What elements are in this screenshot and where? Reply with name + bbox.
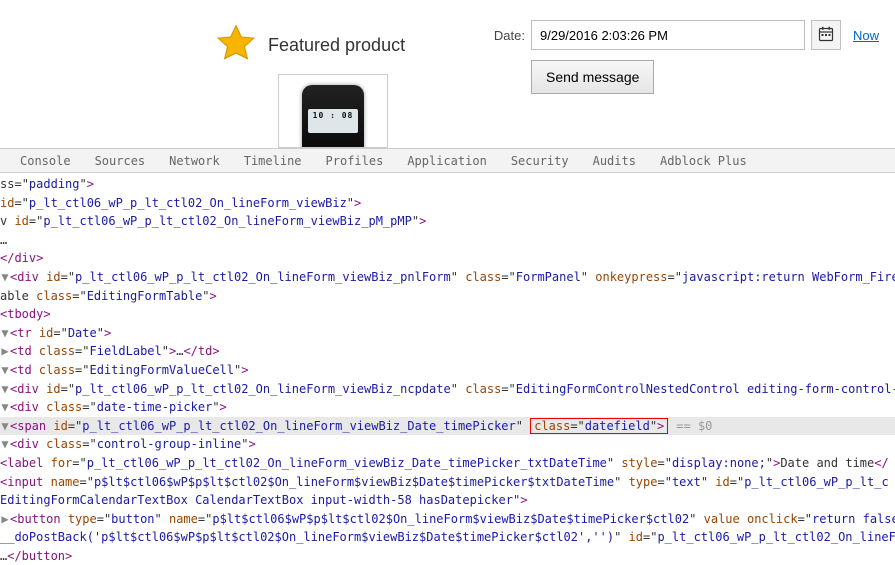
- dom-line[interactable]: EditingFormCalendarTextBox CalendarTextB…: [0, 491, 895, 510]
- phone-mockup: 10 : 08: [302, 85, 364, 148]
- product-image: 10 : 08: [278, 74, 388, 148]
- dom-line[interactable]: ▼<div id="p_lt_ctl06_wP_p_lt_ctl02_On_li…: [0, 380, 895, 399]
- calendar-icon: [818, 26, 834, 45]
- dom-line[interactable]: __doPostBack('p$lt$ctl06$wP$p$lt$ctl02$O…: [0, 528, 895, 547]
- disclosure-triangle-icon[interactable]: ▼: [0, 417, 10, 436]
- tab-console[interactable]: Console: [8, 149, 83, 172]
- dom-line[interactable]: ▼<tr id="Date">: [0, 324, 895, 343]
- dom-line[interactable]: <tbody>: [0, 305, 895, 324]
- dom-line-selected[interactable]: ▼<span id="p_lt_ctl06_wP_p_lt_ctl02_On_l…: [0, 417, 895, 436]
- featured-product-label: Featured product: [268, 35, 405, 56]
- devtools-panel: Console Sources Network Timeline Profile…: [0, 148, 895, 565]
- disclosure-triangle-icon[interactable]: ▶: [0, 510, 10, 529]
- disclosure-triangle-icon[interactable]: ▼: [0, 435, 10, 454]
- devtools-tabs: Console Sources Network Timeline Profile…: [0, 149, 895, 173]
- dom-line[interactable]: id="p_lt_ctl06_wP_p_lt_ctl02_On_lineForm…: [0, 194, 895, 213]
- tab-network[interactable]: Network: [157, 149, 232, 172]
- disclosure-triangle-icon[interactable]: ▼: [0, 324, 10, 343]
- date-label: Date:: [479, 28, 525, 43]
- tab-adblock[interactable]: Adblock Plus: [648, 149, 759, 172]
- phone-clock: 10 : 08: [302, 111, 364, 120]
- now-link[interactable]: Now: [853, 28, 879, 43]
- dom-line[interactable]: ss="padding">: [0, 175, 895, 194]
- tab-profiles[interactable]: Profiles: [314, 149, 396, 172]
- dom-line[interactable]: …</button>: [0, 547, 895, 565]
- dom-line[interactable]: ▼<div id="p_lt_ctl06_wP_p_lt_ctl02_On_li…: [0, 268, 895, 287]
- featured-product-block: Featured product: [214, 22, 405, 69]
- form-area: Date: Now Send message: [479, 20, 879, 94]
- dom-line[interactable]: ▶<button type="button" name="p$lt$ctl06$…: [0, 510, 895, 529]
- date-row: Date: Now: [479, 20, 879, 50]
- disclosure-triangle-icon[interactable]: ▶: [0, 342, 10, 361]
- dom-line[interactable]: …: [0, 231, 895, 250]
- star-icon: [214, 22, 258, 69]
- disclosure-triangle-icon[interactable]: ▼: [0, 398, 10, 417]
- tab-sources[interactable]: Sources: [83, 149, 158, 172]
- disclosure-triangle-icon[interactable]: ▼: [0, 361, 10, 380]
- highlighted-attribute: class="datefield">: [530, 418, 668, 434]
- tab-application[interactable]: Application: [395, 149, 498, 172]
- disclosure-triangle-icon[interactable]: ▼: [0, 380, 10, 399]
- dom-line[interactable]: ▼<td class="EditingFormValueCell">: [0, 361, 895, 380]
- tab-security[interactable]: Security: [499, 149, 581, 172]
- tab-timeline[interactable]: Timeline: [232, 149, 314, 172]
- calendar-button[interactable]: [811, 20, 841, 50]
- dom-line[interactable]: ▼<div class="control-group-inline">: [0, 435, 895, 454]
- dom-line[interactable]: </div>: [0, 249, 895, 268]
- dom-line[interactable]: ▶<td class="FieldLabel">…</td>: [0, 342, 895, 361]
- tab-audits[interactable]: Audits: [581, 149, 648, 172]
- dom-elements-pane[interactable]: ss="padding"> id="p_lt_ctl06_wP_p_lt_ctl…: [0, 173, 895, 565]
- date-input[interactable]: [531, 20, 805, 50]
- disclosure-triangle-icon[interactable]: ▼: [0, 268, 10, 287]
- dom-line[interactable]: ▼<div class="date-time-picker">: [0, 398, 895, 417]
- send-row: Send message: [479, 60, 879, 94]
- dom-line[interactable]: <label for="p_lt_ctl06_wP_p_lt_ctl02_On_…: [0, 454, 895, 473]
- dom-line[interactable]: v id="p_lt_ctl06_wP_p_lt_ctl02_On_lineFo…: [0, 212, 895, 231]
- page-top: Featured product 10 : 08 Date: Now Send …: [0, 0, 895, 148]
- dom-line[interactable]: <input name="p$lt$ctl06$wP$p$lt$ctl02$On…: [0, 473, 895, 492]
- dom-line[interactable]: able class="EditingFormTable">: [0, 287, 895, 306]
- send-message-button[interactable]: Send message: [531, 60, 654, 94]
